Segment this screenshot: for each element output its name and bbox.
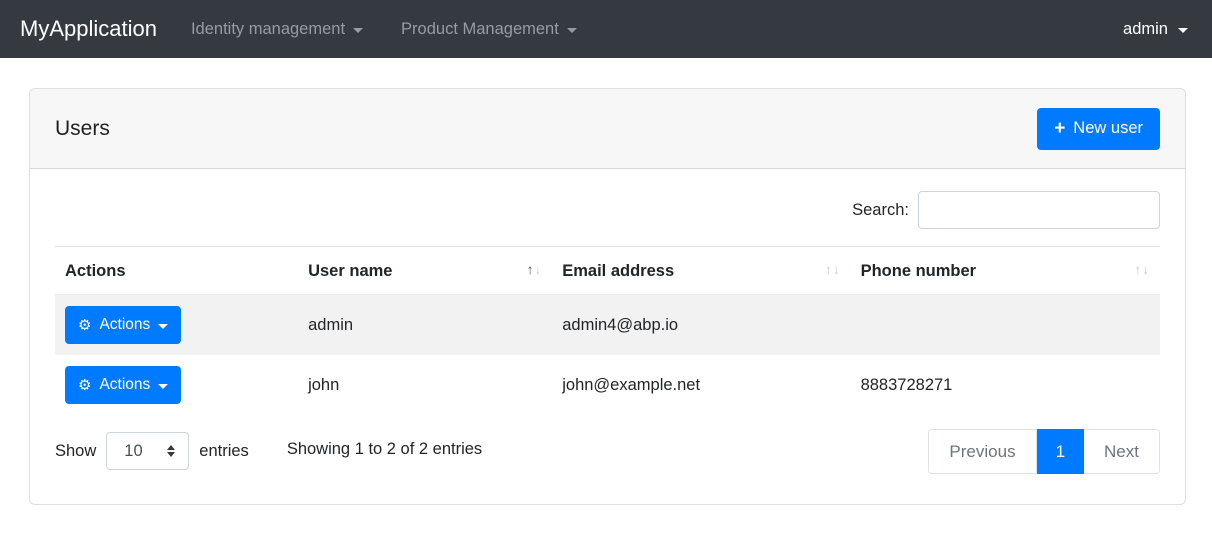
cell-actions: ⚙ Actions	[55, 295, 298, 356]
new-user-button[interactable]: + New user	[1037, 107, 1160, 150]
cell-user-name: john	[308, 375, 340, 394]
pagination-previous-button[interactable]: Previous	[928, 429, 1037, 474]
sort-icons: ↑↓	[527, 262, 543, 277]
cell-email: admin4@abp.io	[562, 315, 679, 334]
sort-desc-icon: ↓	[832, 262, 841, 277]
cell-phone	[851, 295, 1160, 356]
search-input[interactable]	[918, 191, 1160, 229]
column-header-email-label: Email address	[562, 262, 675, 280]
column-header-actions-label: Actions	[65, 262, 126, 280]
sort-icons: ↑↓	[1135, 262, 1151, 277]
pagination-page-1-button[interactable]: 1	[1036, 429, 1085, 474]
show-label: Show	[55, 441, 97, 460]
column-header-user-name[interactable]: User name ↑↓	[298, 246, 553, 295]
column-header-phone-label: Phone number	[860, 262, 977, 280]
chevron-down-icon	[158, 383, 169, 389]
top-navbar: MyApplication Identity management Produc…	[0, 0, 1212, 58]
sort-icons: ↑↓	[825, 262, 841, 277]
chevron-down-icon	[1178, 27, 1188, 33]
chevron-down-icon	[158, 323, 169, 329]
entries-label: entries	[199, 441, 249, 460]
page-size-control: Show 10 entries	[55, 432, 249, 470]
row-actions-label: Actions	[99, 376, 151, 393]
users-card-body: Search: Actions User name ↑↓ Email addre…	[30, 169, 1185, 504]
users-table: Actions User name ↑↓ Email address ↑↓ Ph…	[55, 246, 1160, 415]
pagination: Previous 1 Next	[928, 429, 1160, 474]
cell-email: john@example.net	[562, 375, 701, 394]
table-row-admin: ⚙ Actions admin admin4@abp.io	[55, 294, 1160, 356]
row-actions-button[interactable]: ⚙ Actions	[65, 366, 182, 404]
column-header-phone-number[interactable]: Phone number ↑↓	[850, 246, 1160, 295]
table-info: Showing 1 to 2 of 2 entries	[286, 440, 483, 458]
cell-user-name: admin	[308, 315, 354, 334]
row-actions-label: Actions	[99, 316, 151, 333]
gear-icon: ⚙	[78, 376, 92, 394]
column-header-actions: Actions	[55, 246, 299, 295]
search-label: Search:	[852, 200, 909, 219]
table-row-john: ⚙ Actions john john@example.net 88837282…	[55, 355, 1160, 415]
page-size-value: 10	[124, 441, 143, 460]
pagination-next-button[interactable]: Next	[1084, 429, 1160, 474]
navbar-menus: Identity management Product Management	[191, 20, 577, 39]
nav-menu-product-management[interactable]: Product Management	[401, 20, 577, 39]
nav-menu-identity-management[interactable]: Identity management	[190, 19, 364, 39]
nav-menu-identity-label: Identity management	[190, 19, 346, 38]
sort-desc-icon: ↓	[534, 262, 543, 277]
table-header-row: Actions User name ↑↓ Email address ↑↓ Ph…	[55, 246, 1160, 295]
user-menu[interactable]: admin	[1123, 20, 1188, 39]
column-header-email-address[interactable]: Email address ↑↓	[552, 246, 851, 295]
row-actions-button[interactable]: ⚙ Actions	[65, 306, 182, 344]
user-menu-label: admin	[1123, 19, 1168, 38]
select-updown-icon	[167, 445, 176, 457]
column-header-user-name-label: User name	[308, 262, 393, 280]
table-footer: Show 10 entries Showing 1 to 2 of 2 entr…	[55, 424, 1160, 474]
app-brand[interactable]: MyApplication	[20, 16, 157, 42]
gear-icon: ⚙	[78, 316, 92, 334]
page-title: Users	[55, 116, 110, 140]
nav-menu-product-label: Product Management	[401, 19, 559, 38]
sort-asc-icon: ↑	[825, 262, 833, 277]
users-card-header: Users + New user	[30, 89, 1185, 169]
cell-actions: ⚙ Actions	[55, 355, 298, 415]
cell-phone: 8883728271	[860, 375, 953, 394]
new-user-button-label: New user	[1073, 119, 1143, 137]
users-card: Users + New user Search: Actions User na…	[29, 88, 1186, 505]
sort-desc-icon: ↓	[1142, 262, 1150, 277]
chevron-down-icon	[353, 27, 364, 33]
chevron-down-icon	[566, 27, 577, 33]
page-size-select[interactable]: 10	[106, 432, 190, 470]
plus-icon: +	[1054, 118, 1066, 139]
search-row: Search:	[55, 191, 1160, 229]
